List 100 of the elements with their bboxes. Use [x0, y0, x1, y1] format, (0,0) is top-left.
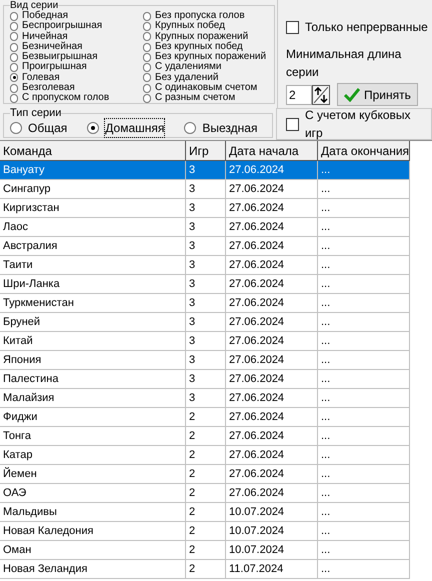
radio-button[interactable]: [10, 42, 18, 52]
table-cell: 2: [186, 541, 226, 560]
table-cell: Новая Каледония: [0, 522, 186, 541]
radio-label: Голевая: [22, 72, 60, 83]
radio-button[interactable]: [143, 42, 151, 52]
table-cell: 27.06.2024: [226, 389, 318, 408]
table-cell: ...: [318, 465, 410, 484]
table-cell: ...: [318, 389, 410, 408]
table-cell: 27.06.2024: [226, 370, 318, 389]
up-down-arrows-icon: [314, 86, 328, 102]
table-cell: Новая Зеландия: [0, 560, 186, 579]
column-header[interactable]: Игр: [186, 141, 226, 161]
table-cell: 2: [186, 465, 226, 484]
group-title: Вид серии: [10, 0, 58, 11]
radio-label: Без крупных поражений: [155, 52, 266, 62]
table-cell: Япония: [0, 351, 186, 370]
radio-button[interactable]: [10, 22, 18, 31]
table-cell: 27.06.2024: [226, 408, 318, 427]
min-length-field[interactable]: 2: [286, 84, 312, 104]
radio-button[interactable]: [143, 32, 151, 42]
radio-label: Ничейная: [22, 32, 68, 42]
table-cell: 3: [186, 199, 226, 218]
table-cell: Вануату: [0, 161, 186, 180]
table-cell: ...: [318, 275, 410, 294]
table-cell: Китай: [0, 332, 186, 351]
table-cell: Австралия: [0, 237, 186, 256]
radio-button[interactable]: [143, 63, 151, 72]
table-cell: Туркменистан: [0, 294, 186, 313]
checkmark-icon: [344, 88, 360, 102]
radio-label: С удалениями: [155, 62, 222, 72]
table-cell: ...: [318, 161, 410, 180]
table-cell: 11.07.2024: [226, 560, 318, 579]
table-cell: ...: [318, 294, 410, 313]
table-cell: Лаос: [0, 218, 186, 237]
table-cell: ОАЭ: [0, 484, 186, 503]
table-cell: ...: [318, 351, 410, 370]
table-cell: 27.06.2024: [226, 161, 318, 180]
table-cell: 27.06.2024: [226, 256, 318, 275]
table-cell: ...: [318, 256, 410, 275]
table-cell: Малайзия: [0, 389, 186, 408]
table-cell: ...: [318, 370, 410, 389]
table-cell: Катар: [0, 446, 186, 465]
radio-button[interactable]: [10, 84, 18, 93]
table-cell: 3: [186, 332, 226, 351]
table-cell: ...: [318, 503, 410, 522]
table-cell: ...: [318, 427, 410, 446]
table-cell: ...: [318, 199, 410, 218]
radio-button[interactable]: [184, 122, 196, 134]
radio-button[interactable]: [143, 22, 151, 31]
table-cell: 2: [186, 484, 226, 503]
table-cell: 2: [186, 446, 226, 465]
radio-label: С разным счетом: [155, 93, 236, 104]
table-cell: 3: [186, 351, 226, 370]
table-cell: 3: [186, 180, 226, 199]
radio-button[interactable]: [87, 122, 100, 134]
table-cell: 27.06.2024: [226, 446, 318, 465]
radio-label: Выездная: [202, 120, 258, 137]
radio-button[interactable]: [143, 84, 151, 93]
checkbox[interactable]: [286, 20, 299, 34]
radio-button[interactable]: [10, 63, 18, 72]
table-cell: ...: [318, 237, 410, 256]
table-cell: 2: [186, 503, 226, 522]
column-header[interactable]: Дата начала: [226, 141, 318, 161]
checkbox[interactable]: [286, 118, 299, 130]
table-cell: 27.06.2024: [226, 465, 318, 484]
radio-button[interactable]: [10, 12, 18, 21]
column-header[interactable]: Команда: [0, 141, 186, 161]
table-cell: 3: [186, 275, 226, 294]
table-cell: 10.07.2024: [226, 541, 318, 560]
radio-label: Без крупных побед: [155, 42, 243, 52]
table-cell: ...: [318, 484, 410, 503]
table-cell: ...: [318, 332, 410, 351]
radio-button[interactable]: [10, 122, 22, 134]
radio-button[interactable]: [143, 12, 151, 21]
radio-label: С пропуском голов: [22, 93, 110, 104]
radio-button[interactable]: [10, 32, 18, 42]
table-cell: 27.06.2024: [226, 332, 318, 351]
apply-button[interactable]: Принять: [337, 83, 418, 106]
radio-button[interactable]: [10, 52, 18, 62]
radio-button[interactable]: [10, 73, 18, 82]
table-cell: 3: [186, 294, 226, 313]
radio-label: Победная: [22, 11, 68, 21]
table-cell: Бруней: [0, 313, 186, 332]
table-cell: Шри-Ланка: [0, 275, 186, 294]
table-cell: 27.06.2024: [226, 313, 318, 332]
table-cell: Тонга: [0, 427, 186, 446]
table-cell: 10.07.2024: [226, 522, 318, 541]
column-header[interactable]: Дата окончания: [318, 141, 410, 161]
radio-button[interactable]: [143, 94, 151, 104]
table-cell: ...: [318, 408, 410, 427]
radio-button[interactable]: [10, 94, 18, 104]
field-label: Минимальная длина серии: [286, 46, 402, 81]
spin-button[interactable]: [312, 84, 330, 104]
radio-button[interactable]: [143, 52, 151, 62]
table-cell: ...: [318, 313, 410, 332]
table-cell: 27.06.2024: [226, 484, 318, 503]
checkbox-label: Только непрерванные: [305, 19, 428, 36]
radio-label: Безвыигрышная: [22, 52, 98, 62]
table-cell: 10.07.2024: [226, 503, 318, 522]
radio-button[interactable]: [143, 73, 151, 82]
